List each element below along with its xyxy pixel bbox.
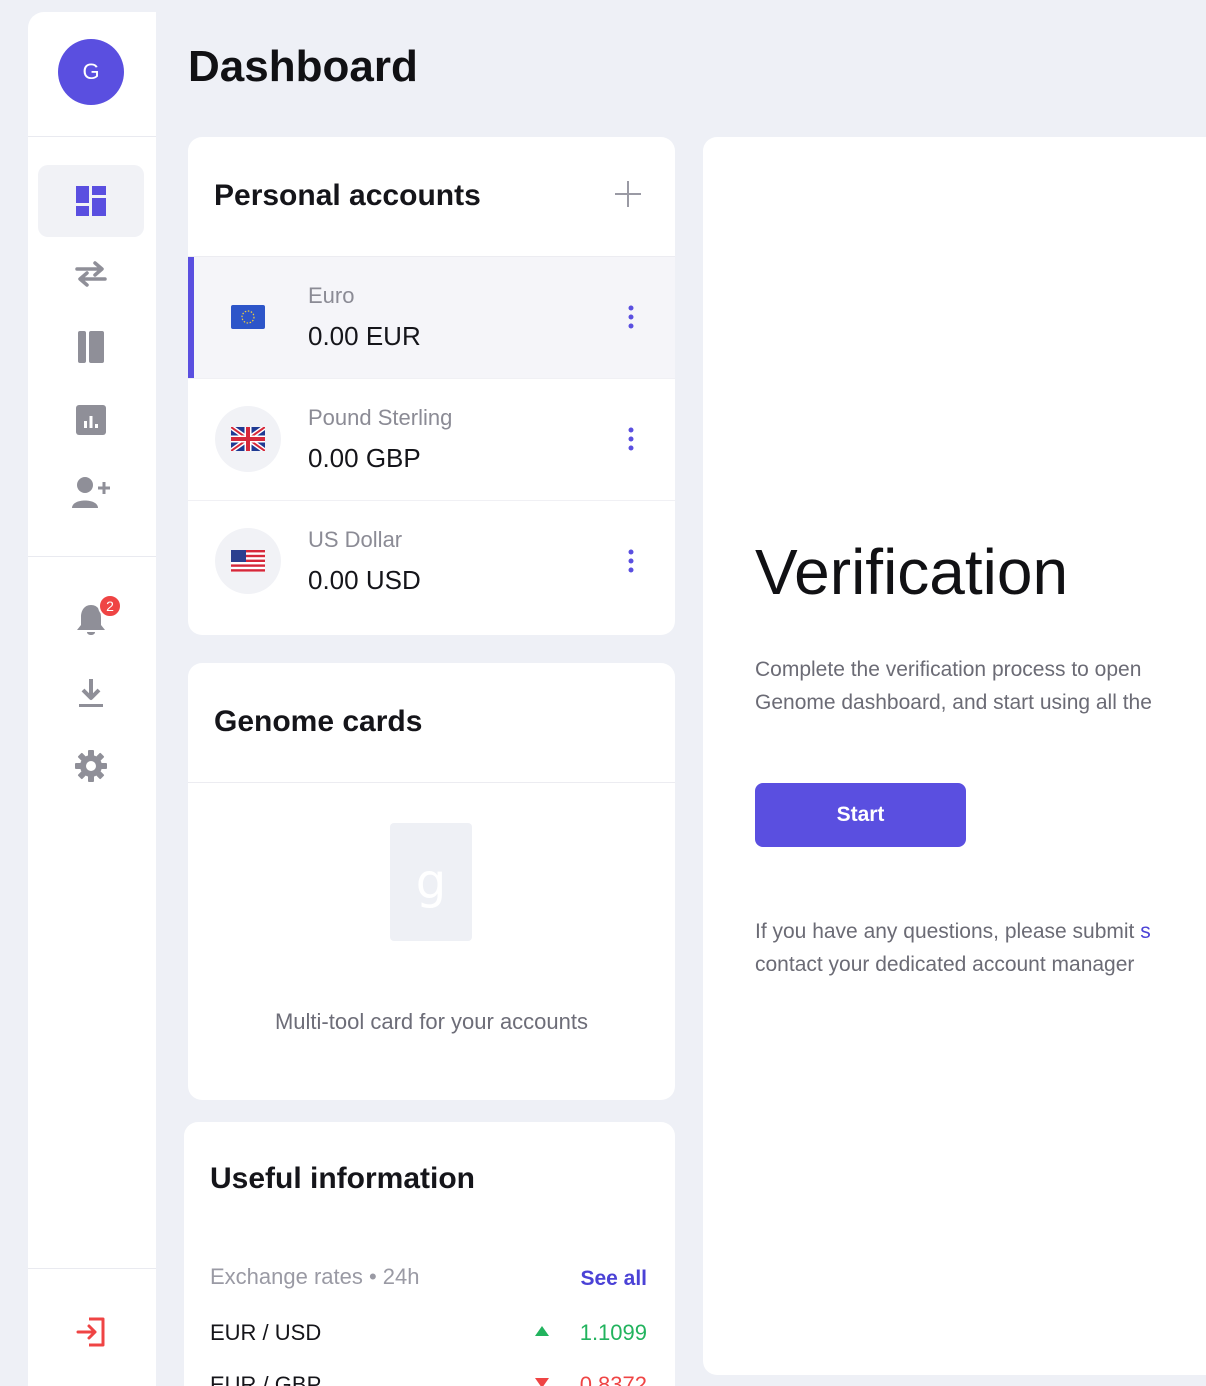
more-vertical-icon[interactable] — [627, 426, 635, 452]
rate-pair: EUR / GBP — [210, 1372, 322, 1386]
support-link[interactable]: s — [1140, 920, 1151, 943]
verification-help-text: If you have any questions, please submit — [755, 920, 1135, 943]
notification-badge: 2 — [98, 594, 122, 618]
useful-information-card: Useful information Exchange rates • 24h … — [184, 1122, 675, 1386]
verification-description-line: Complete the verification process to ope… — [755, 658, 1142, 681]
nav-settings[interactable] — [38, 730, 144, 802]
gear-icon — [75, 750, 107, 782]
rate-value: 0.8372 — [579, 1372, 647, 1386]
account-name: Pound Sterling — [308, 405, 453, 430]
verification-help-line: contact your dedicated account manager — [755, 953, 1135, 976]
nav-add-user[interactable] — [38, 457, 144, 529]
see-all-link[interactable]: See all — [580, 1267, 647, 1291]
page-title: Dashboard — [188, 42, 418, 91]
sidebar-divider — [28, 556, 156, 557]
chart-icon — [76, 405, 106, 435]
card-icon — [78, 331, 104, 363]
verification-help: If you have any questions, please submit… — [755, 915, 1206, 981]
account-name: US Dollar — [308, 527, 403, 552]
verification-description-line: Genome dashboard, and start using all th… — [755, 691, 1152, 714]
sidebar-divider — [28, 1268, 156, 1269]
nav-notifications[interactable]: 2 — [38, 584, 144, 656]
arrow-down-icon — [535, 1378, 549, 1386]
logout-icon — [76, 1317, 105, 1347]
flag-container — [215, 406, 281, 472]
dashboard-icon — [76, 186, 106, 216]
verification-help-line: If you have any questions, please submit… — [755, 915, 1206, 948]
flag-container — [215, 284, 281, 350]
account-row-eur[interactable]: Euro 0.00 EUR — [188, 257, 675, 379]
account-name: Euro — [308, 283, 355, 308]
useful-information-title: Useful information — [210, 1162, 476, 1195]
genome-logo-icon: g — [415, 854, 447, 910]
plus-icon[interactable] — [613, 179, 643, 209]
nav-download[interactable] — [38, 657, 144, 729]
flag-container — [215, 528, 281, 594]
rate-value: 1.1099 — [579, 1320, 647, 1345]
account-balance: 0.00 GBP — [308, 443, 421, 473]
account-row-gbp[interactable]: Pound Sterling 0.00 GBP — [188, 379, 675, 501]
uk-flag-icon — [231, 427, 265, 451]
more-vertical-icon[interactable] — [627, 548, 635, 574]
account-balance: 0.00 USD — [308, 565, 421, 595]
account-balance: 0.00 EUR — [308, 321, 421, 351]
avatar[interactable]: G — [58, 39, 124, 105]
arrow-up-icon — [535, 1326, 549, 1336]
nav-statistics[interactable] — [38, 384, 144, 456]
rate-pair: EUR / USD — [210, 1320, 322, 1345]
start-button[interactable]: Start — [755, 783, 966, 847]
verification-card: Verification Complete the verification p… — [703, 137, 1206, 1375]
account-row-usd[interactable]: US Dollar 0.00 USD — [188, 501, 675, 623]
transfer-arrows-icon — [75, 261, 107, 287]
genome-cards-header: Genome cards — [188, 663, 675, 783]
more-vertical-icon[interactable] — [627, 304, 635, 330]
verification-title: Verification — [755, 536, 1069, 608]
genome-cards-title: Genome cards — [214, 705, 423, 738]
us-flag-icon — [231, 550, 265, 572]
nav-logout[interactable] — [38, 1296, 144, 1368]
download-icon — [79, 679, 103, 707]
verification-description: Complete the verification process to ope… — [755, 653, 1206, 719]
rate-row: EUR / USD 1.1099 — [210, 1320, 647, 1350]
personal-accounts-header: Personal accounts — [188, 137, 675, 257]
rate-row: EUR / GBP 0.8372 — [210, 1372, 647, 1386]
sidebar: G 2 — [28, 12, 156, 1386]
eu-flag-icon — [231, 305, 265, 329]
nav-cards[interactable] — [38, 311, 144, 383]
sidebar-divider — [28, 136, 156, 137]
genome-cards-card: Genome cards g Multi-tool card for your … — [188, 663, 675, 1100]
personal-accounts-title: Personal accounts — [214, 179, 481, 212]
nav-transfers[interactable] — [38, 238, 144, 310]
card-placeholder[interactable]: g — [390, 823, 472, 941]
exchange-rates-label: Exchange rates • 24h — [210, 1264, 420, 1289]
add-user-icon — [72, 477, 110, 508]
genome-cards-description: Multi-tool card for your accounts — [274, 1009, 589, 1034]
nav-dashboard[interactable] — [38, 165, 144, 237]
avatar-initial: G — [82, 59, 100, 84]
personal-accounts-card: Personal accounts Euro 0.00 EUR Pound St… — [188, 137, 675, 635]
